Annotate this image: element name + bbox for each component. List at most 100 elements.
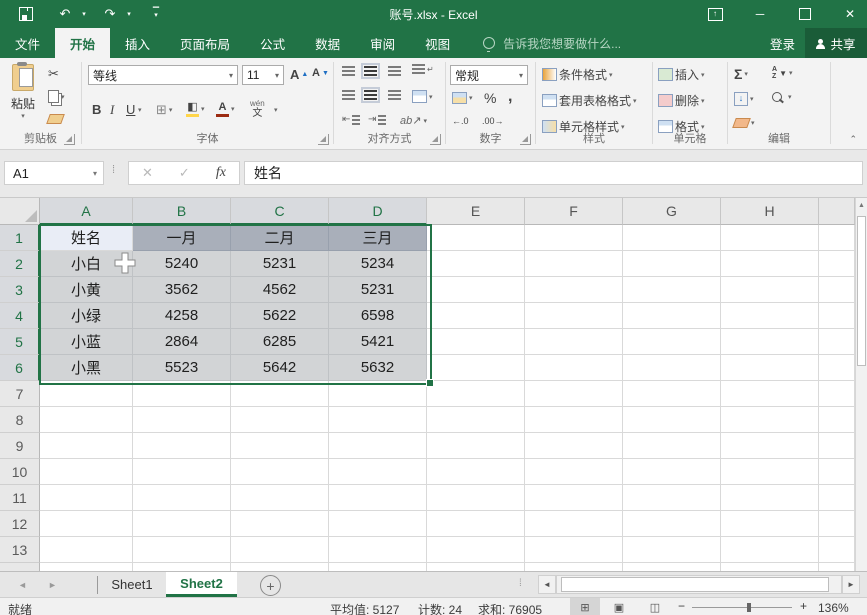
cut-button[interactable]: ✂ [48, 66, 59, 82]
sign-in-button[interactable]: 登录 [770, 28, 795, 58]
cell-A11[interactable] [40, 485, 133, 511]
undo-dropdown[interactable]: ▾ [78, 0, 90, 28]
cell-C6[interactable]: 5642 [231, 355, 329, 381]
row-header-8[interactable]: 8 [0, 407, 40, 433]
shrink-font-button[interactable]: A▼ [312, 67, 329, 79]
cell-D1[interactable]: 三月 [329, 225, 427, 251]
font-name-combo[interactable]: 等线▾ [88, 65, 238, 85]
fill-color-button[interactable]: ◧▾ [186, 102, 205, 115]
cell-G11[interactable] [623, 485, 721, 511]
tab-insert[interactable]: 插入 [110, 28, 165, 58]
zoom-in-button[interactable]: + [800, 599, 807, 613]
row-header-2[interactable]: 2 [0, 251, 40, 277]
column-header-E[interactable]: E [427, 198, 525, 225]
cell-G4[interactable] [623, 303, 721, 329]
select-all-button[interactable] [0, 198, 40, 225]
cell-partial-1[interactable] [819, 225, 855, 251]
conditional-formatting-button[interactable]: 条件格式▾ [542, 66, 613, 83]
cell-H9[interactable] [721, 433, 819, 459]
undo-button[interactable]: ↶ [55, 0, 75, 28]
cell-H1[interactable] [721, 225, 819, 251]
cell-C2[interactable]: 5231 [231, 251, 329, 277]
sheet-tab-sheet2[interactable]: Sheet2 [166, 572, 237, 597]
cell-A1[interactable]: 姓名 [40, 225, 133, 251]
confirm-entry-button[interactable]: ✓ [179, 165, 190, 181]
align-middle-button[interactable] [364, 66, 377, 76]
autosum-button[interactable]: Σ▾ [734, 66, 748, 82]
alignment-dialog-launcher[interactable] [430, 134, 441, 145]
cell-E13[interactable] [427, 537, 525, 563]
cell-A5[interactable]: 小蓝 [40, 329, 133, 355]
cell-H14[interactable] [721, 563, 819, 571]
scroll-left-button[interactable]: ◄ [538, 575, 556, 594]
zoom-slider-thumb[interactable] [747, 603, 751, 612]
decrease-decimal-button[interactable]: .00→ [482, 116, 504, 126]
zoom-out-button[interactable]: − [678, 599, 685, 613]
cell-F3[interactable] [525, 277, 623, 303]
increase-indent-button[interactable]: ⇥ [368, 114, 386, 125]
column-header-partial[interactable] [819, 198, 855, 225]
row-header-10[interactable]: 10 [0, 459, 40, 485]
vertical-scrollbar[interactable]: ▲ [855, 198, 867, 571]
tab-home[interactable]: 开始 [55, 28, 110, 58]
paste-button[interactable]: 粘贴 ▾ [6, 64, 40, 120]
sort-filter-button[interactable]: AZ ▼▾ [772, 66, 793, 80]
merge-center-button[interactable]: ▾ [412, 90, 433, 103]
cell-partial-5[interactable] [819, 329, 855, 355]
cell-H5[interactable] [721, 329, 819, 355]
bold-button[interactable]: B [92, 102, 101, 117]
cell-C3[interactable]: 4562 [231, 277, 329, 303]
column-header-A[interactable]: A [40, 198, 133, 225]
cell-A4[interactable]: 小绿 [40, 303, 133, 329]
insert-function-button[interactable]: fx [216, 165, 226, 181]
cell-F6[interactable] [525, 355, 623, 381]
cell-partial-3[interactable] [819, 277, 855, 303]
qat-customize-button[interactable]: ▔▾ [148, 0, 164, 28]
align-top-button[interactable] [342, 66, 355, 76]
cell-A8[interactable] [40, 407, 133, 433]
cell-partial-12[interactable] [819, 511, 855, 537]
cell-C7[interactable] [231, 381, 329, 407]
cell-G8[interactable] [623, 407, 721, 433]
cell-G7[interactable] [623, 381, 721, 407]
cell-D4[interactable]: 6598 [329, 303, 427, 329]
ribbon-display-options-button[interactable]: ↑ [698, 0, 732, 28]
cell-B5[interactable]: 2864 [133, 329, 231, 355]
copy-button[interactable]: ▾ [48, 90, 65, 103]
share-button[interactable]: 共享 [805, 28, 867, 58]
horizontal-splitter[interactable]: ⁞ [519, 578, 522, 589]
cell-D7[interactable] [329, 381, 427, 407]
cell-D2[interactable]: 5234 [329, 251, 427, 277]
tab-page-layout[interactable]: 页面布局 [165, 28, 245, 58]
cell-partial-9[interactable] [819, 433, 855, 459]
horizontal-scrollbar[interactable] [556, 575, 842, 594]
cell-B7[interactable] [133, 381, 231, 407]
cell-H10[interactable] [721, 459, 819, 485]
cell-G9[interactable] [623, 433, 721, 459]
cell-B2[interactable]: 5240 [133, 251, 231, 277]
insert-cells-button[interactable]: 插入▾ [658, 66, 705, 83]
cell-E5[interactable] [427, 329, 525, 355]
cell-G10[interactable] [623, 459, 721, 485]
find-select-button[interactable]: ▾ [772, 92, 792, 102]
accounting-format-button[interactable]: ▾ [452, 92, 473, 104]
row-header-7[interactable]: 7 [0, 381, 40, 407]
prev-sheet-button[interactable]: ◄ [18, 572, 27, 597]
cell-D12[interactable] [329, 511, 427, 537]
cell-B10[interactable] [133, 459, 231, 485]
cell-D11[interactable] [329, 485, 427, 511]
column-header-B[interactable]: B [133, 198, 231, 225]
tab-formulas[interactable]: 公式 [245, 28, 300, 58]
cell-E9[interactable] [427, 433, 525, 459]
align-right-button[interactable] [388, 90, 401, 100]
cell-D13[interactable] [329, 537, 427, 563]
vertical-scrollbar-thumb[interactable] [857, 216, 866, 366]
font-size-combo[interactable]: 11▾ [242, 65, 284, 85]
cell-D6[interactable]: 5632 [329, 355, 427, 381]
cell-E2[interactable] [427, 251, 525, 277]
cell-G13[interactable] [623, 537, 721, 563]
cell-A10[interactable] [40, 459, 133, 485]
cell-C11[interactable] [231, 485, 329, 511]
cell-A3[interactable]: 小黄 [40, 277, 133, 303]
tab-view[interactable]: 视图 [410, 28, 465, 58]
